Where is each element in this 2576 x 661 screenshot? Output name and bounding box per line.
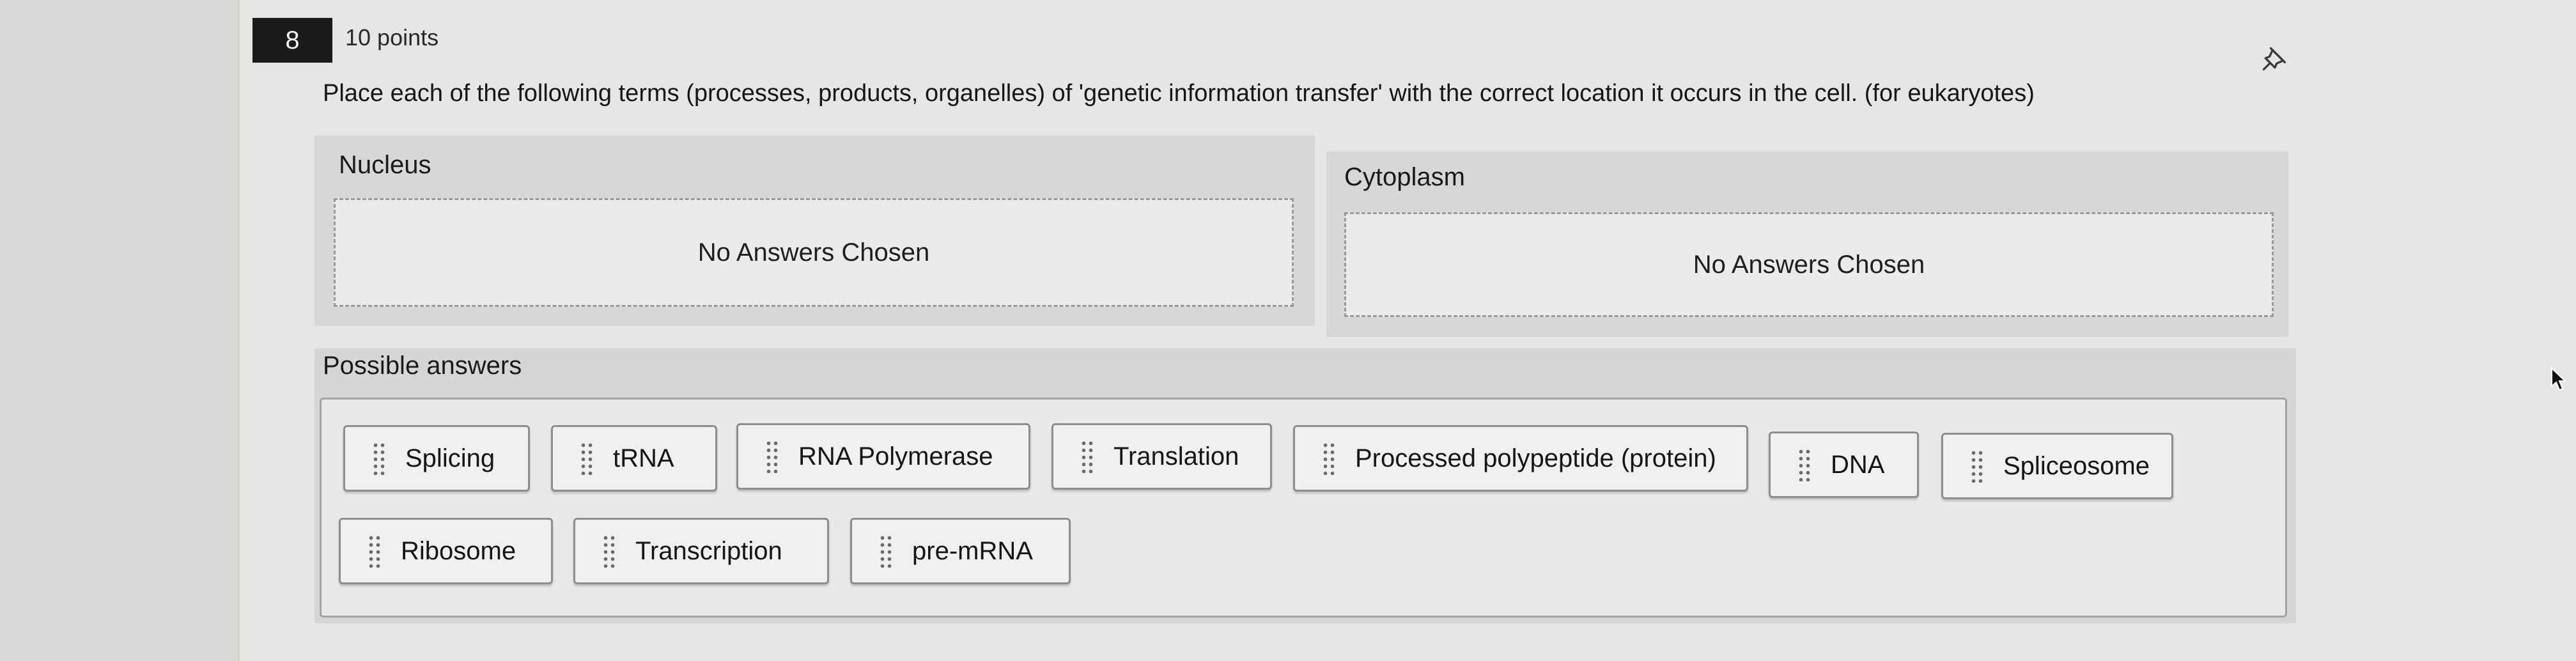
answer-label: RNA Polymerase <box>798 442 993 470</box>
drag-handle-icon <box>372 442 386 475</box>
answer-label: Spliceosome <box>2003 451 2150 480</box>
answer-chip-ribosome[interactable]: Ribosome <box>339 518 553 584</box>
answer-chip-rna-polymerase[interactable]: RNA Polymerase <box>736 423 1030 490</box>
answer-chip-splicing[interactable]: Splicing <box>343 425 530 492</box>
nucleus-placeholder: No Answers Chosen <box>697 238 930 267</box>
question-prompt: Place each of the following terms (proce… <box>323 80 2035 107</box>
answer-chip-pre-mrna[interactable]: pre-mRNA <box>850 518 1071 584</box>
possible-answers-title: Possible answers <box>323 352 522 380</box>
drag-handle-icon <box>1970 449 1984 483</box>
answer-label: Processed polypeptide (protein) <box>1355 444 1716 472</box>
drag-handle-icon <box>602 534 616 568</box>
nucleus-dropzone[interactable]: No Answers Chosen <box>334 198 1294 307</box>
drag-handle-icon <box>765 440 779 473</box>
drag-handle-icon <box>580 442 594 475</box>
nucleus-label: Nucleus <box>339 151 431 179</box>
answer-chip-spliceosome[interactable]: Spliceosome <box>1941 433 2173 499</box>
mouse-pointer-icon <box>2551 367 2567 391</box>
drag-handle-icon <box>1080 440 1094 473</box>
answer-label: pre-mRNA <box>912 536 1033 565</box>
cytoplasm-label: Cytoplasm <box>1344 163 1465 191</box>
cytoplasm-dropzone[interactable]: No Answers Chosen <box>1344 212 2274 317</box>
drag-handle-icon <box>1322 442 1336 475</box>
pin-icon[interactable] <box>2260 45 2288 73</box>
left-margin <box>0 0 238 661</box>
answer-label: tRNA <box>613 444 674 472</box>
question-number: 8 <box>252 18 332 63</box>
drag-handle-icon <box>368 534 382 568</box>
answer-chip-transcription[interactable]: Transcription <box>573 518 829 584</box>
answer-label: Translation <box>1113 442 1239 470</box>
answer-label: DNA <box>1831 450 1885 479</box>
answer-chip-dna[interactable]: DNA <box>1769 432 1919 498</box>
answer-chip-processed-polypeptide[interactable]: Processed polypeptide (protein) <box>1293 425 1748 492</box>
cytoplasm-placeholder: No Answers Chosen <box>1693 250 1925 279</box>
answer-label: Transcription <box>635 536 782 565</box>
answer-label: Ribosome <box>401 536 516 565</box>
answer-chip-translation[interactable]: Translation <box>1051 423 1272 490</box>
answer-label: Splicing <box>405 444 495 472</box>
drag-handle-icon <box>879 534 893 568</box>
drag-handle-icon <box>1797 448 1812 481</box>
question-points: 10 points <box>345 24 439 51</box>
answer-chip-trna[interactable]: tRNA <box>551 425 717 492</box>
